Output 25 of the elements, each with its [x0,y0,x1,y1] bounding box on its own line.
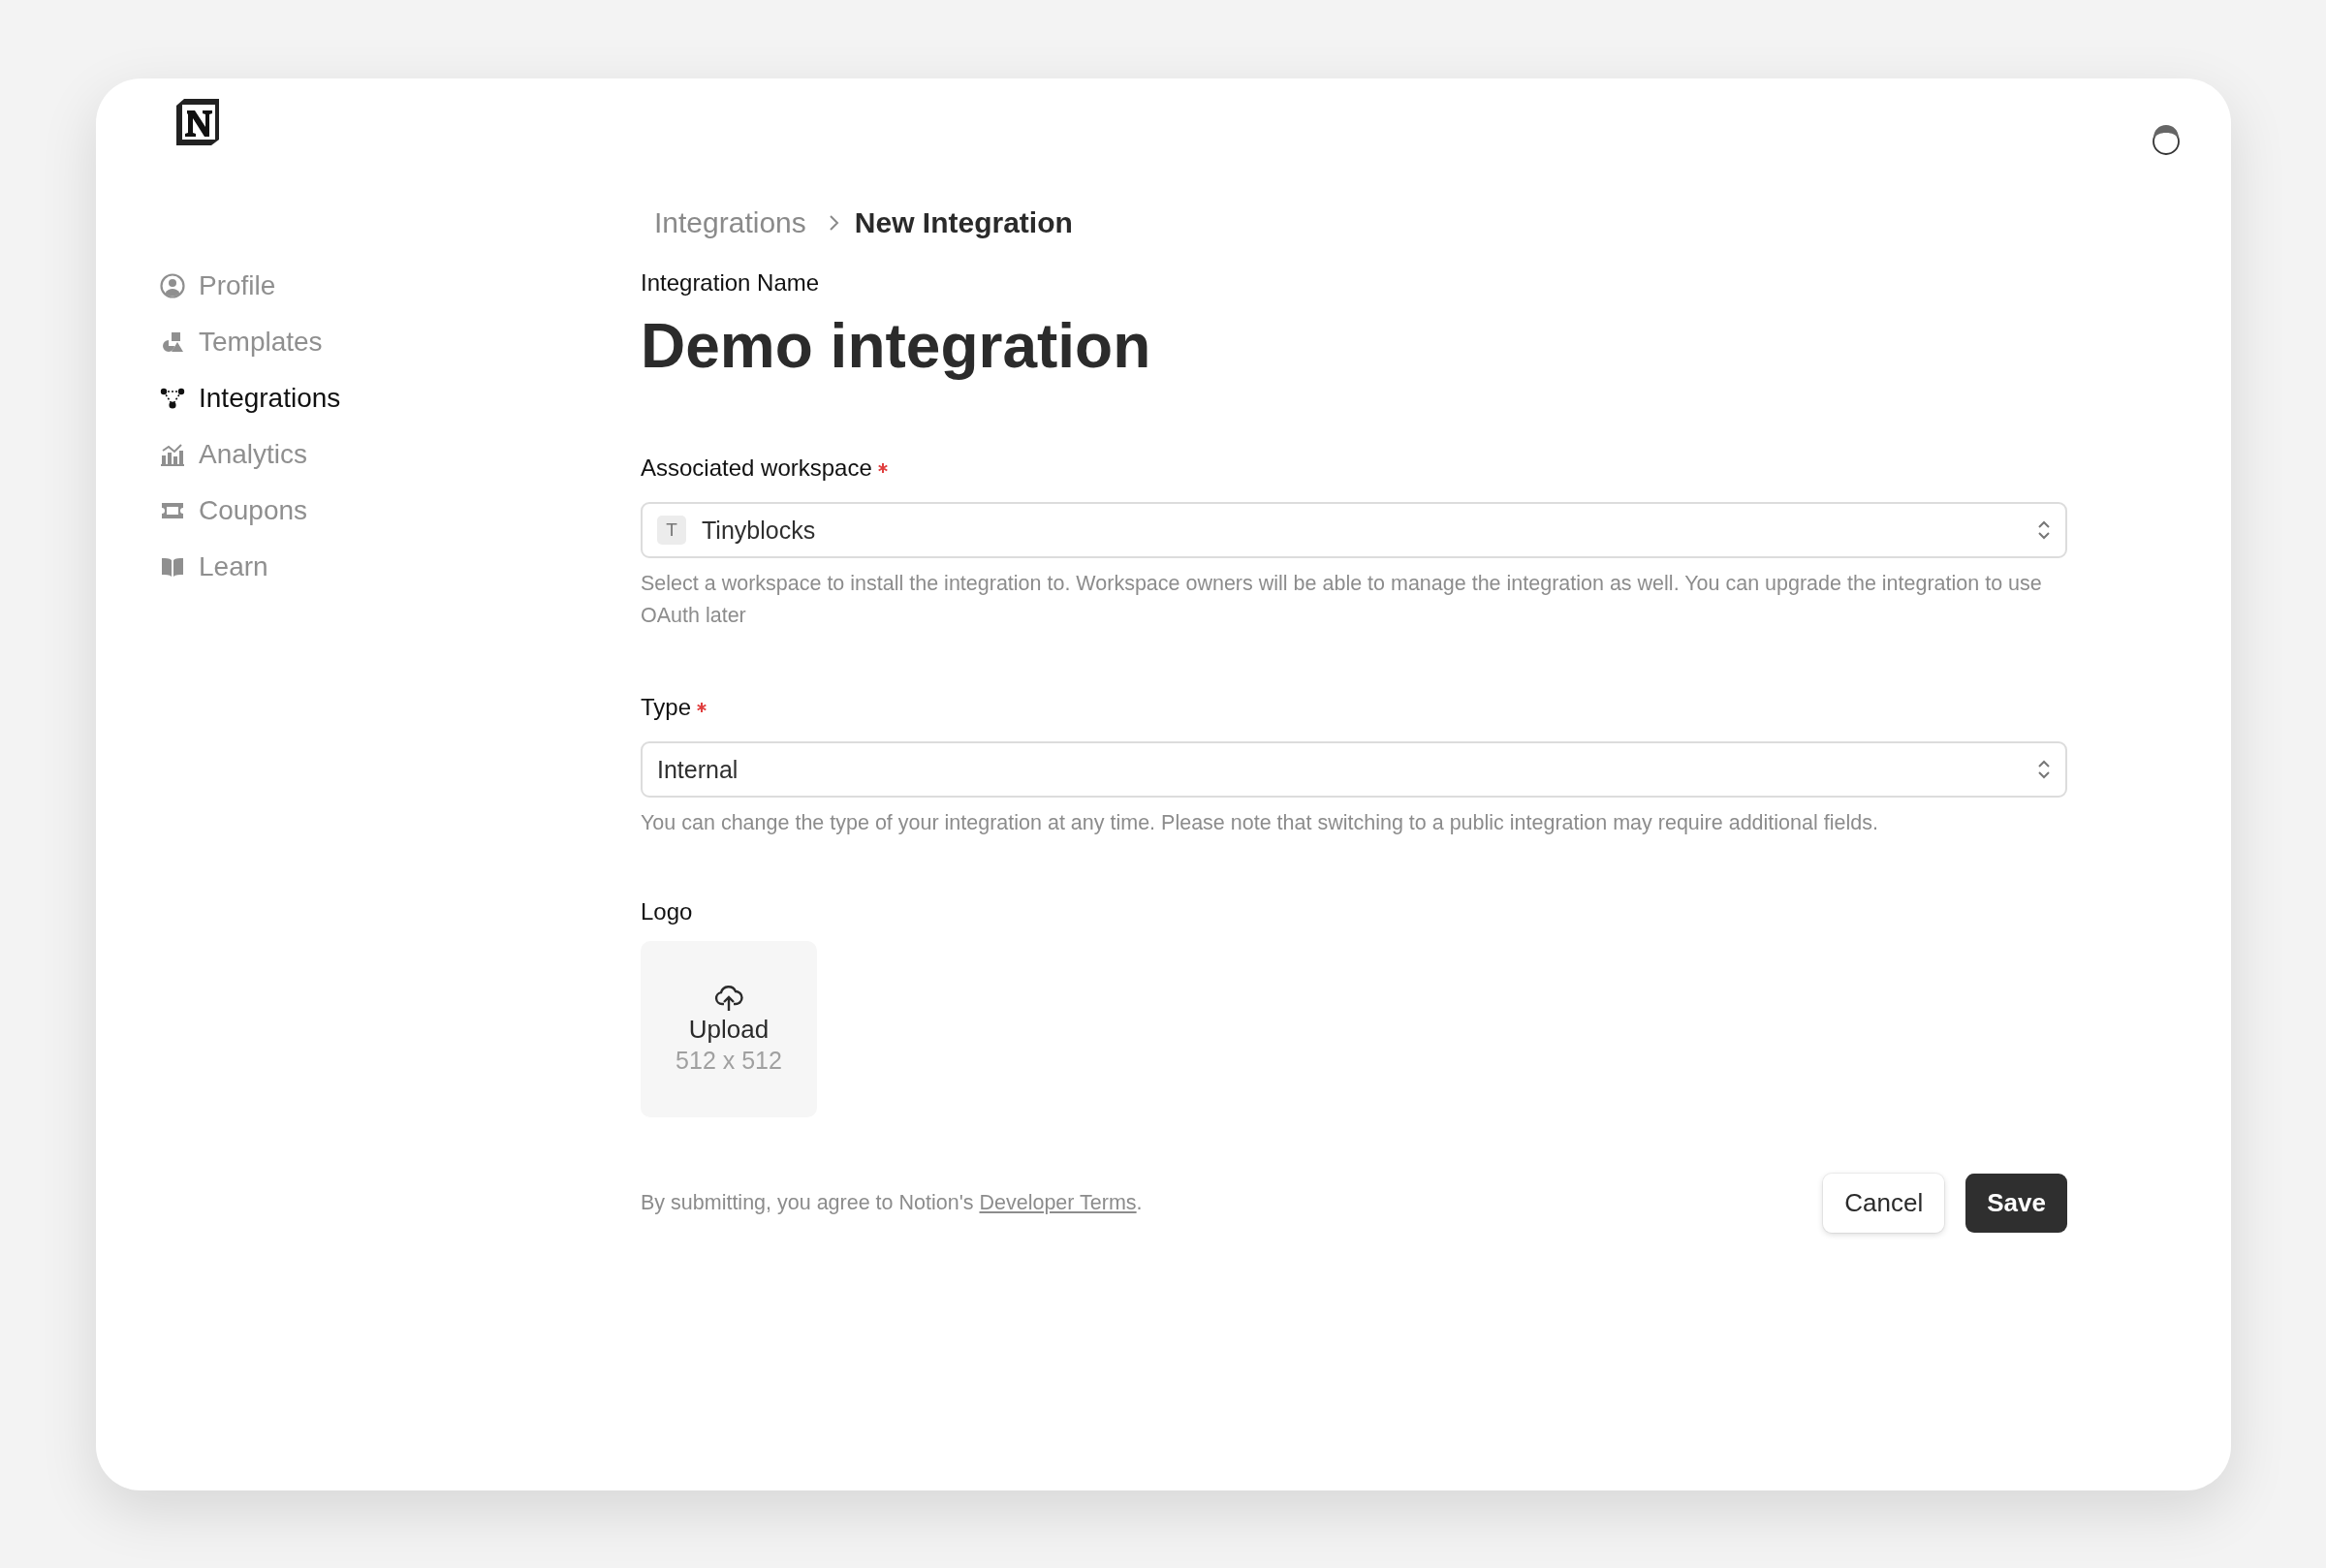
select-field[interactable]: Internal [641,741,2067,798]
profile-icon [160,273,185,298]
upload-button[interactable]: Upload 512 x 512 [641,941,817,1117]
shapes-icon [160,329,185,355]
field-label: Type [641,693,692,722]
chevron-updown-icon [2036,518,2052,542]
cancel-button[interactable]: Cancel [1823,1174,1945,1233]
help-text: Select a workspace to install the integration to. Workspace owners will be able to manage the integration as well. You can upgrade the integration to use OAuth later [641,571,2043,629]
workspace-badge: T [657,516,686,545]
help-text: You can change the type of your integration at any time. Please note that switching to a public integration may require additional fields. [641,810,1879,836]
field-label: Integration Name [641,268,821,298]
chart-icon [160,442,185,467]
size-hint: 512 x 512 [676,1047,782,1075]
sidebar-item[interactable]: Integrations [160,370,341,426]
integration-name[interactable]: Demo integration [641,309,2067,383]
select-field[interactable]: T Tinyblocks [641,502,2067,558]
breadcrumb-current: New Integration [854,206,1074,239]
chevron-updown-icon [2036,758,2052,781]
field-label: Associated workspace [641,454,872,483]
cloud-upload-icon [714,984,743,1013]
chevron-right-icon [827,213,841,233]
field-label: Logo [641,897,694,926]
save-button[interactable]: Save [1965,1174,2067,1233]
nodes-icon [160,386,185,411]
terms-text: By submitting, you agree to Notion's Developer Terms. [641,1191,1143,1215]
